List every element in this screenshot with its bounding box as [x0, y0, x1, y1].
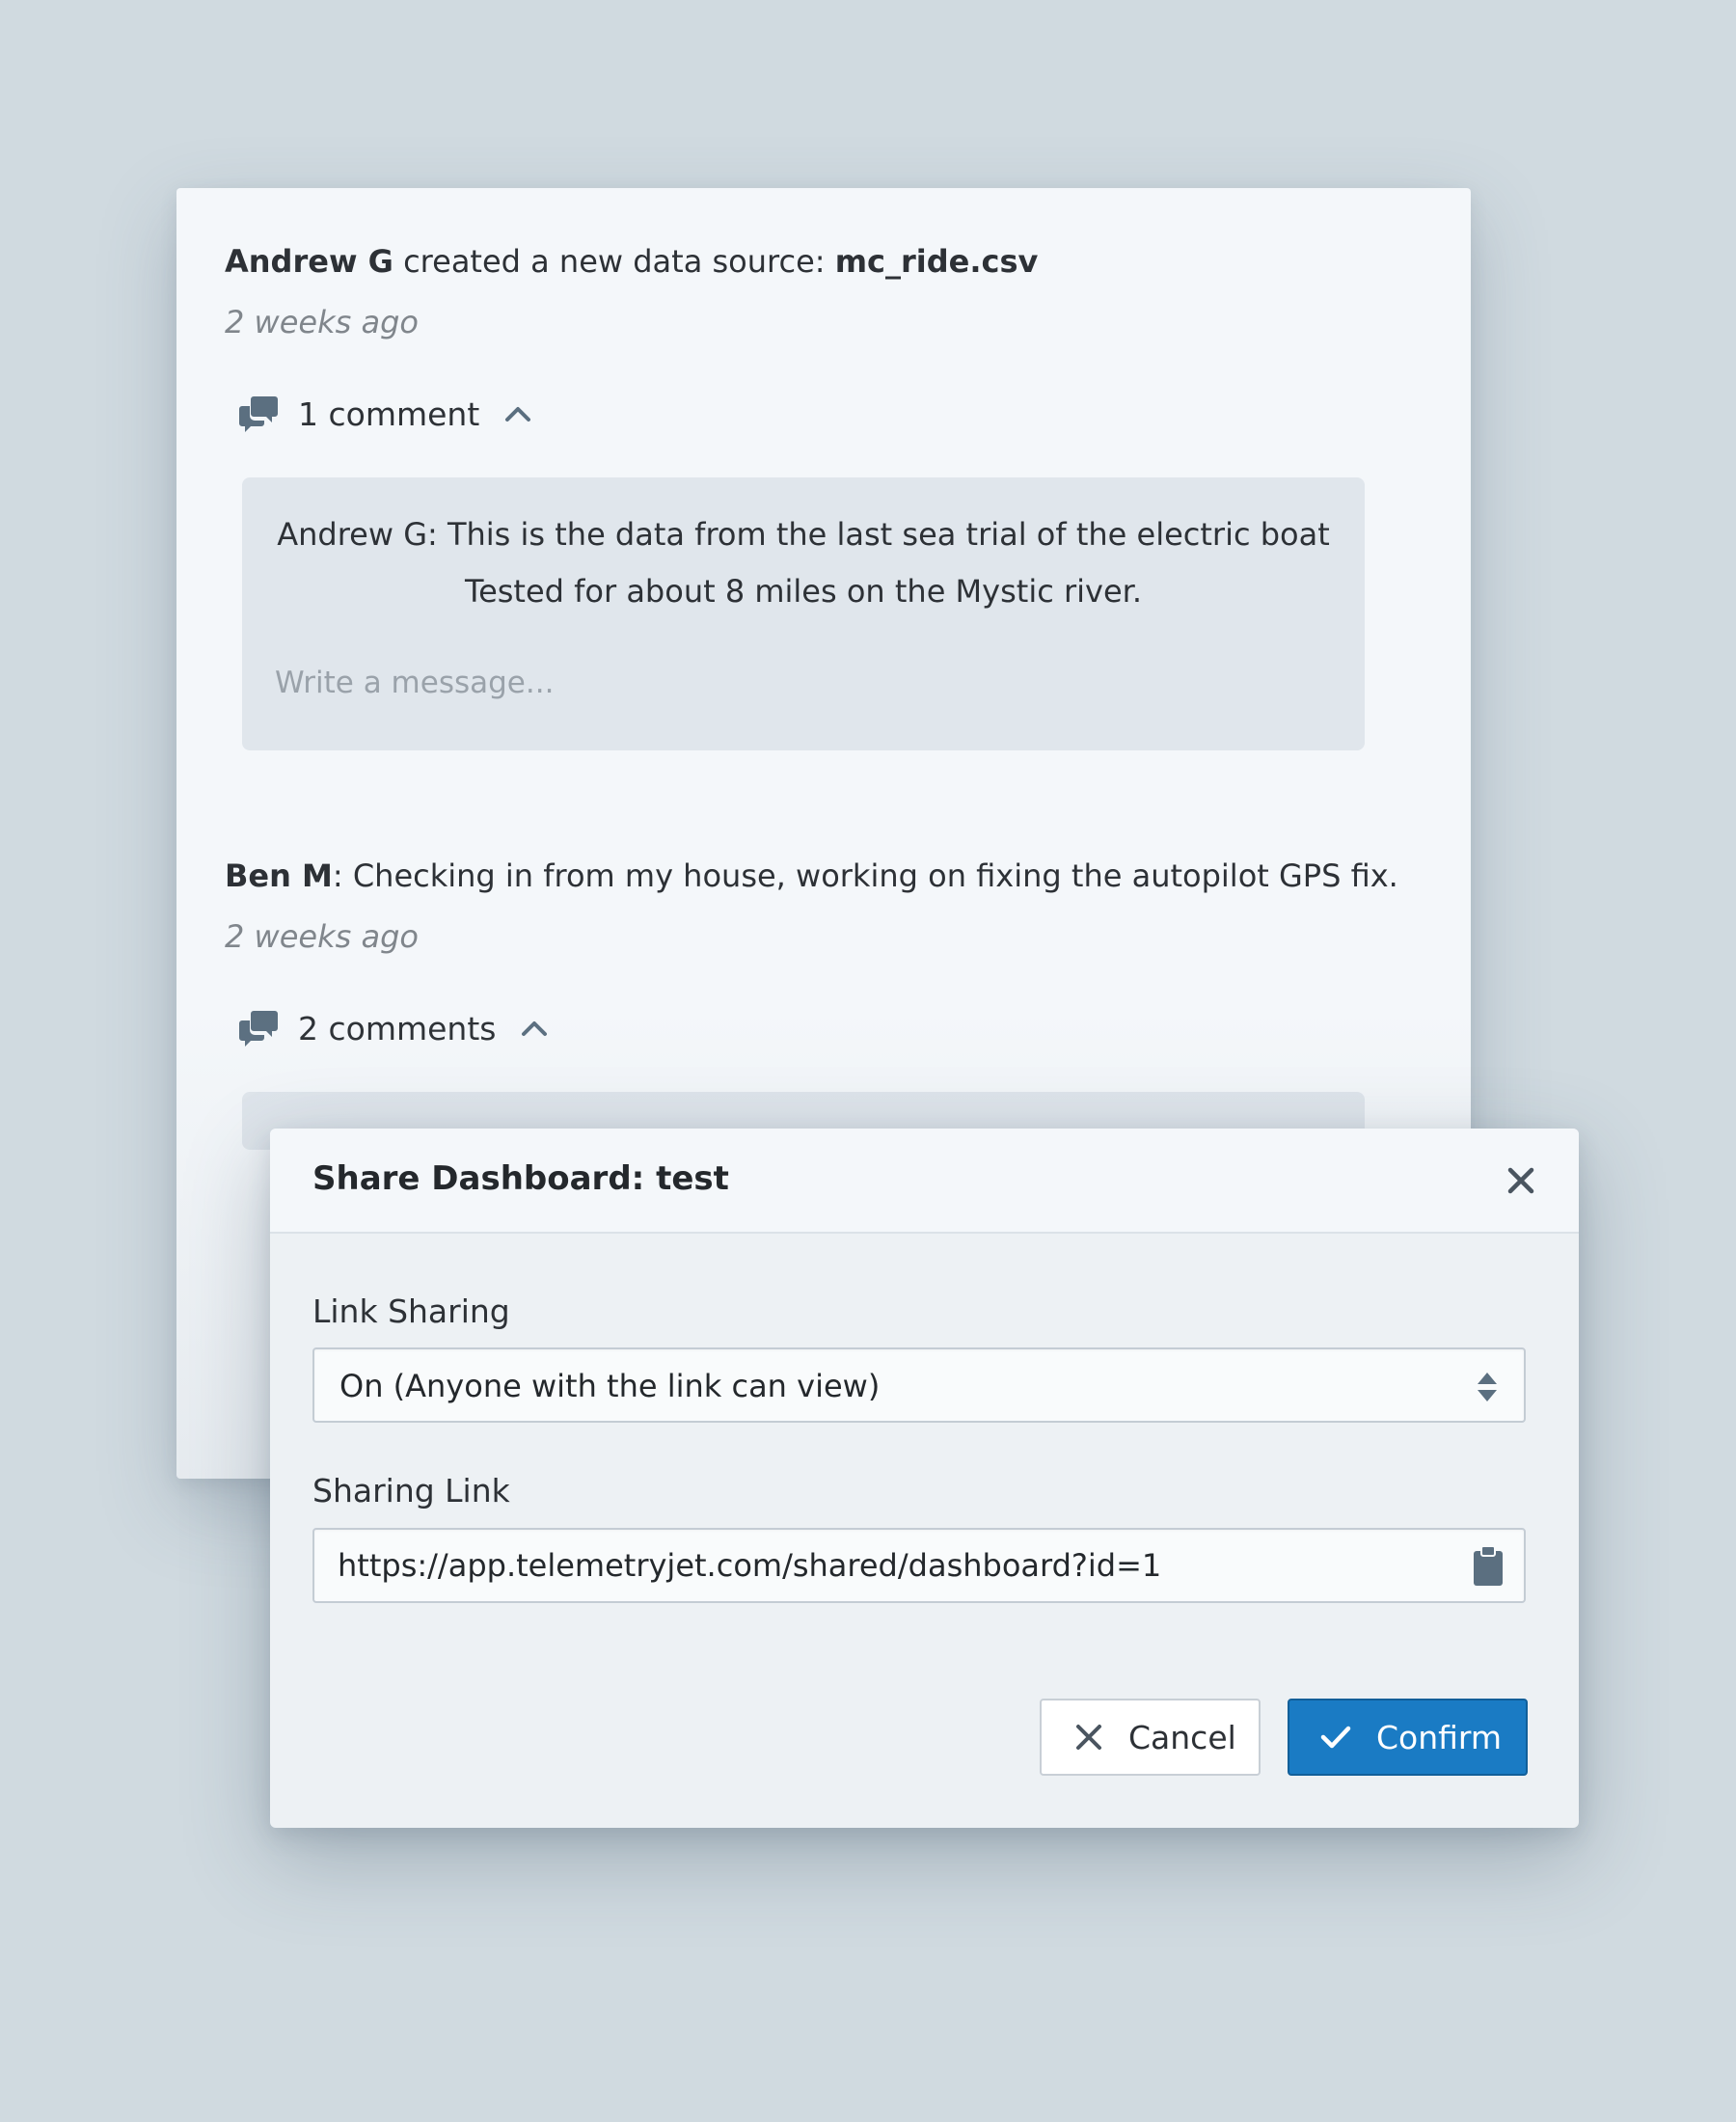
entry-headline: Ben M: Checking in from my house, workin… [225, 856, 1423, 896]
comment-bubbles-icon [239, 396, 278, 432]
sharing-link-input[interactable] [338, 1541, 1447, 1590]
entry-timestamp: 2 weeks ago [225, 918, 419, 955]
entry-author: Andrew G [225, 243, 393, 280]
cancel-button[interactable]: Cancel [1040, 1699, 1261, 1776]
dialog-title: Share Dashboard: test [312, 1159, 729, 1198]
comment-message: Andrew G: This is the data from the last… [242, 477, 1365, 620]
comment-message-line: Tested for about 8 miles on the Mystic r… [464, 573, 1143, 610]
close-icon[interactable] [1502, 1161, 1540, 1200]
chevron-up-icon [505, 407, 531, 422]
cancel-button-label: Cancel [1128, 1718, 1236, 1756]
feed-entry: Ben M: Checking in from my house, workin… [225, 856, 1423, 1052]
link-sharing-select[interactable]: On (Anyone with the link can view) [312, 1347, 1526, 1423]
check-icon [1320, 1726, 1351, 1749]
comment-thread: Andrew G: This is the data from the last… [242, 477, 1365, 750]
comments-toggle[interactable]: 1 comment [238, 390, 1423, 438]
sharing-link-field [312, 1528, 1526, 1603]
link-sharing-label: Link Sharing [312, 1292, 510, 1330]
comments-toggle[interactable]: 2 comments [238, 1004, 1423, 1052]
entry-action: created a new data source: [393, 243, 835, 280]
dialog-header: Share Dashboard: test [270, 1129, 1579, 1234]
link-sharing-value: On (Anyone with the link can view) [339, 1368, 881, 1404]
entry-headline: Andrew G created a new data source: mc_r… [225, 241, 1423, 282]
entry-action: : Checking in from my house, working on … [332, 857, 1398, 894]
comment-bubbles-icon [239, 1011, 278, 1047]
feed-entry: Andrew G created a new data source: mc_r… [225, 241, 1423, 438]
select-arrows-icon [1478, 1373, 1497, 1401]
entry-author: Ben M [225, 857, 333, 894]
message-input[interactable] [275, 659, 1326, 707]
clipboard-icon[interactable] [1472, 1545, 1505, 1588]
entry-timestamp: 2 weeks ago [225, 304, 419, 340]
entry-target: mc_ride.csv [834, 243, 1039, 280]
confirm-button[interactable]: Confirm [1288, 1699, 1528, 1776]
comment-count-label: 2 comments [298, 1009, 497, 1047]
share-dashboard-dialog: Share Dashboard: test Link Sharing On (A… [270, 1129, 1579, 1828]
comment-count-label: 1 comment [298, 394, 480, 433]
x-icon [1076, 1725, 1101, 1750]
confirm-button-label: Confirm [1376, 1718, 1503, 1756]
sharing-link-label: Sharing Link [312, 1472, 510, 1510]
chevron-up-icon [522, 1021, 548, 1036]
comment-message-line: Andrew G: This is the data from the last… [277, 516, 1330, 553]
